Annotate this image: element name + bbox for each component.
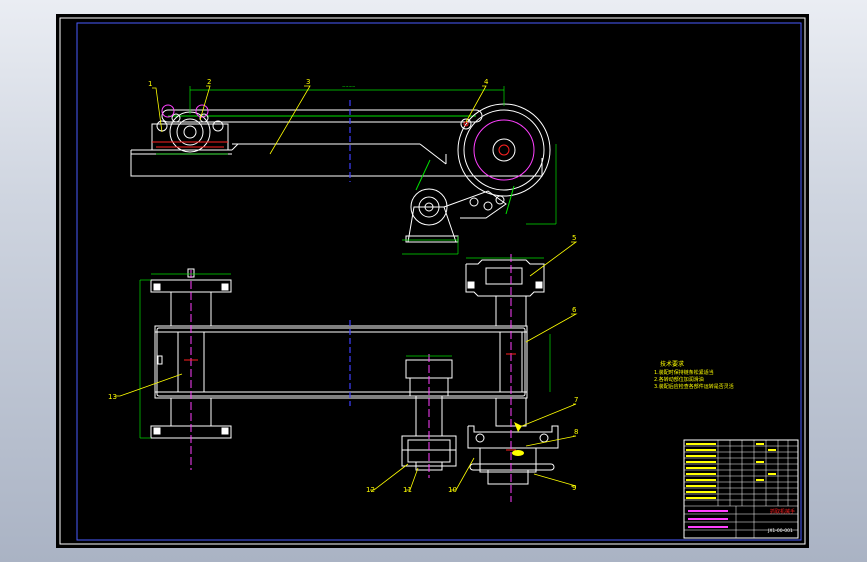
balloon-3: 3 <box>306 78 310 86</box>
balloon-12: 12 <box>366 486 375 494</box>
drawing-sheet: ~~~~ 1 2 3 4 5 6 7 8 9 10 11 12 13 技术要求 … <box>56 14 809 548</box>
tech-req-line3: 3.装配后应检查各部件运转是否灵活 <box>654 383 734 390</box>
top-right-bearing-seat <box>465 259 545 297</box>
drawing-number: JX1-00-001 <box>767 528 793 534</box>
top-view <box>150 259 559 485</box>
tech-req-title: 技术要求 <box>660 360 684 368</box>
balloon-6: 6 <box>572 306 577 314</box>
balloon-11: 11 <box>403 486 412 494</box>
tech-req-line2: 2.各转动部位加润滑油 <box>654 376 704 383</box>
balloon-5: 5 <box>572 234 576 242</box>
outer-border <box>59 17 806 545</box>
cad-viewport[interactable]: ~~~~ 1 2 3 4 5 6 7 8 9 10 11 12 13 技术要求 … <box>0 0 867 562</box>
front-left-bearing <box>151 123 229 151</box>
top-dimensions <box>139 257 551 439</box>
title-block: 抓取机械手 JX1-00-001 <box>683 439 799 539</box>
top-arm-body <box>154 325 528 399</box>
balloon-10: 10 <box>448 486 457 494</box>
top-right-gearbox <box>467 425 559 449</box>
balloon-7: 7 <box>574 396 578 404</box>
front-span-dimension-text: ~~~~ <box>342 84 355 89</box>
top-yellow-hatch <box>514 422 522 432</box>
top-yellow-mark <box>512 450 524 456</box>
technical-requirements: 技术要求 1.装配时保持链条松紧适当 2.各转动部位加润滑油 3.装配后应检查各… <box>654 360 734 390</box>
drawing-name: 抓取机械手 <box>770 508 795 515</box>
balloon-4: 4 <box>484 78 489 86</box>
balloon-8: 8 <box>574 428 578 436</box>
drawing-canvas: ~~~~ 1 2 3 4 5 6 7 8 9 10 11 12 13 技术要求 … <box>59 17 806 545</box>
balloon-2: 2 <box>207 78 211 86</box>
balloon-1: 1 <box>148 80 152 88</box>
tech-req-line1: 1.装配时保持链条松紧适当 <box>654 369 714 376</box>
front-sprocket <box>457 103 551 197</box>
front-view <box>130 103 551 243</box>
balloon-9: 9 <box>572 484 576 492</box>
balloon-13: 13 <box>108 393 117 401</box>
